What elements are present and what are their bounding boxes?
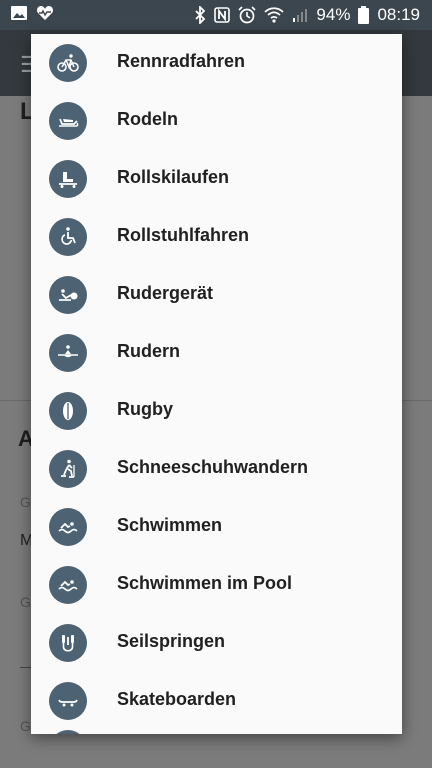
wheelchair-icon [49,218,87,256]
activity-label: Schwimmen [117,515,223,535]
rowing-icon [49,334,87,372]
activity-picker-dialog: Rennradfahren Rodeln Rollskilaufen Rolls… [31,34,402,734]
swimming-icon [49,508,87,546]
activity-label: Rollskilaufen [117,167,230,187]
activity-icon [49,730,87,734]
rugby-ball-icon [49,392,87,430]
activity-item-rennradfahren[interactable]: Rennradfahren [31,34,402,92]
activity-item-rudern[interactable]: Rudern [31,324,402,382]
road-bike-icon [49,44,87,82]
snowshoe-icon [49,450,87,488]
activity-item-schwimmen-im-pool[interactable]: Schwimmen im Pool [31,556,402,614]
activity-item-seilspringen[interactable]: Seilspringen [31,614,402,672]
nfc-icon [214,7,231,23]
activity-label: Rugby [117,399,173,419]
roller-ski-icon [49,160,87,198]
activity-label: Rodeln [117,109,178,129]
background-label: G [20,594,31,610]
clock-time: 08:19 [377,5,420,24]
activity-item-partial[interactable] [31,728,402,734]
jump-rope-icon [49,624,87,662]
activity-label: Skateboarden [117,689,237,709]
activity-label: Schwimmen im Pool [117,573,293,593]
activity-label: Seilspringen [117,631,226,651]
activity-item-rodeln[interactable]: Rodeln [31,92,402,150]
activity-label: Schneeschuhwandern [117,457,309,477]
activity-item-schneeschuhwandern[interactable]: Schneeschuhwandern [31,440,402,498]
activity-label: Rennradfahren [117,51,246,71]
pool-swimming-icon [49,566,87,604]
wifi-icon [264,7,285,23]
activity-item-rugby[interactable]: Rugby [31,382,402,440]
alarm-icon [238,6,257,24]
activity-item-rollskilaufen[interactable]: Rollskilaufen [31,150,402,208]
image-icon [10,5,28,26]
status-bar: 94% 08:19 [0,0,432,30]
activity-item-skateboarden[interactable]: Skateboarden [31,672,402,730]
activity-item-rollstuhlfahren[interactable]: Rollstuhlfahren [31,208,402,266]
rowing-machine-icon [49,276,87,314]
activity-item-schwimmen[interactable]: Schwimmen [31,498,402,556]
signal-icon [292,7,308,23]
skateboard-icon [49,682,87,720]
sled-icon [49,102,87,140]
battery-icon [358,6,370,24]
battery-percentage: 94% [316,5,351,24]
activity-label: Rollstuhlfahren [117,225,250,245]
background-label: G [20,494,31,510]
activity-label: Rudern [117,341,180,361]
activity-item-rudergeraet[interactable]: Rudergerät [31,266,402,324]
bluetooth-icon [194,6,206,24]
background-label: G [20,718,31,734]
heart-monitor-icon [36,5,54,26]
activity-label: Rudergerät [117,283,214,303]
